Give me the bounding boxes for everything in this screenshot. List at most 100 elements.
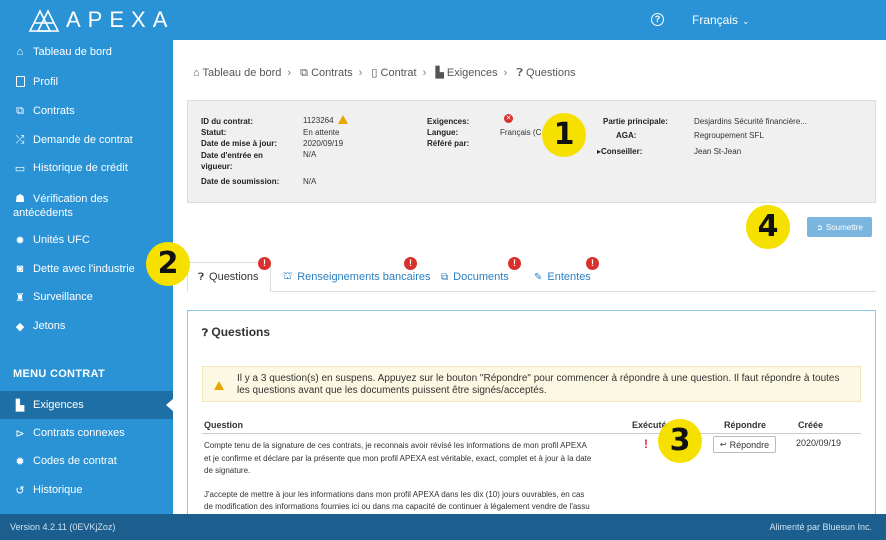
sidebar-item-history[interactable]: ↺ Historique bbox=[0, 484, 173, 497]
bank-icon: ⛫ bbox=[283, 270, 293, 282]
answer-button-label: Répondre bbox=[729, 439, 770, 450]
sidebar-item-dashboard[interactable]: ⌂ Tableau de bord bbox=[0, 46, 173, 58]
sidebar-item-credit-history[interactable]: ▭ Historique de crédit bbox=[0, 162, 173, 175]
alert-text: Il y a 3 question(s) en suspens. Appuyez… bbox=[237, 373, 840, 396]
sidebar-item-contracts[interactable]: ⧉ Contrats bbox=[0, 105, 173, 118]
table-header-divider bbox=[202, 433, 861, 434]
sidebar-item-label: Dette avec l'industrie bbox=[33, 263, 135, 275]
contract-id-label: ID du contrat: bbox=[201, 117, 253, 126]
tab-label: Questions bbox=[209, 271, 259, 283]
error-circle-icon: ✕ bbox=[504, 114, 513, 123]
documents-icon: ⧉ bbox=[441, 271, 449, 283]
contract-id-text: 1123264 bbox=[303, 116, 334, 125]
main-party-label: Partie principale: bbox=[603, 117, 668, 126]
status-label: Statut: bbox=[201, 128, 227, 137]
breadcrumb-separator: › bbox=[358, 67, 363, 79]
submission-date-value: N/A bbox=[303, 177, 317, 186]
sidebar-item-label: Surveillance bbox=[33, 291, 93, 303]
advisor-value: Jean St-Jean bbox=[694, 147, 742, 156]
breadcrumb-dashboard[interactable]: Tableau de bord bbox=[203, 67, 282, 79]
column-header-question: Question bbox=[204, 420, 244, 430]
advisor-label[interactable]: ▸Conseiller: bbox=[597, 147, 642, 156]
effective-date-label: Date d'entrée en vigueur: bbox=[201, 151, 263, 171]
callout-badge-4: 4 bbox=[746, 205, 790, 249]
main-party-value: Desjardins Sécurité financière... bbox=[694, 117, 807, 126]
user-secret-icon: ☗ bbox=[15, 193, 25, 205]
breadcrumb: ⌂ Tableau de bord › ⧉ Contrats › ▯ Contrat… bbox=[193, 66, 576, 80]
panel-title: ❓︎ Questions bbox=[202, 325, 270, 339]
sidebar-item-label: Demande de contrat bbox=[33, 134, 133, 146]
breadcrumb-questions: Questions bbox=[526, 67, 576, 79]
history-icon: ↺ bbox=[15, 485, 25, 497]
home-icon: ⌂ bbox=[193, 67, 200, 79]
credit-card-icon: ▭ bbox=[14, 163, 26, 175]
arrow-circle-icon: ➲ bbox=[816, 222, 823, 232]
sidebar-item-surveillance[interactable]: ♜ Surveillance bbox=[0, 291, 173, 304]
contract-id-value: 1123264 bbox=[303, 115, 348, 125]
not-executed-icon: ! bbox=[644, 437, 648, 451]
reply-icon: ↩ bbox=[719, 440, 727, 449]
callout-badge-2: 2 bbox=[146, 242, 190, 286]
sidebar-item-requirements[interactable]: ▙ Exigences bbox=[0, 391, 174, 419]
sidebar-item-label: Codes de contrat bbox=[33, 455, 117, 467]
tag-icon: ◆ bbox=[15, 321, 25, 333]
question-text: Compte tenu de la signature de ces contr… bbox=[204, 440, 594, 525]
breadcrumb-requirements[interactable]: Exigences bbox=[447, 67, 498, 79]
sidebar-item-label: Unités UFC bbox=[33, 234, 90, 246]
breadcrumb-contract[interactable]: Contrat bbox=[381, 67, 417, 79]
column-header-answer: Répondre bbox=[724, 420, 767, 430]
callout-badge-1: 1 bbox=[542, 113, 586, 157]
home-icon: ⌂ bbox=[16, 46, 24, 58]
help-icon[interactable]: ? bbox=[651, 13, 664, 26]
alert-icon: ! bbox=[508, 257, 521, 270]
sidebar-item-background-check[interactable]: ☗ Vérification des antécédents bbox=[0, 192, 160, 220]
version-text: Version 4.2.11 (0EVKjZoz) bbox=[10, 522, 116, 532]
chevron-down-icon: ⌄ bbox=[742, 16, 750, 26]
warning-icon bbox=[337, 115, 348, 124]
submit-button[interactable]: ➲ Soumettre bbox=[807, 217, 872, 237]
sidebar-item-contract-codes[interactable]: ✹ Codes de contrat bbox=[0, 455, 173, 468]
aga-label: AGA: bbox=[616, 131, 637, 140]
profile-icon bbox=[13, 76, 27, 90]
apexa-logo[interactable]: APEXA bbox=[28, 7, 174, 33]
questions-panel: ❓︎ Questions Il y a 3 question(s) en sus… bbox=[187, 310, 876, 514]
top-navbar: APEXA ? Français ⌄ bbox=[0, 0, 886, 40]
pending-questions-alert: Il y a 3 question(s) en suspens. Appuyez… bbox=[202, 366, 861, 402]
certificate-icon: ✹ bbox=[15, 456, 25, 468]
edit-icon: ✎ bbox=[534, 271, 543, 283]
warning-icon bbox=[214, 381, 224, 390]
contracts-icon: ⧉ bbox=[16, 105, 24, 117]
sidebar-item-profile[interactable]: Profil bbox=[0, 76, 173, 90]
footer: Version 4.2.11 (0EVKjZoz) Alimenté par B… bbox=[0, 514, 886, 540]
sidebar-item-label: Profil bbox=[33, 76, 59, 88]
breadcrumb-contracts[interactable]: Contrats bbox=[311, 67, 353, 79]
sidebar-item-label: Jetons bbox=[33, 320, 66, 332]
status-value: En attente bbox=[303, 128, 340, 137]
sidebar-item-related-contracts[interactable]: ⊳ Contrats connexes bbox=[0, 427, 173, 440]
breadcrumb-separator: › bbox=[287, 67, 292, 79]
tab-label: Documents bbox=[453, 271, 509, 283]
sidebar-item-label: Historique de crédit bbox=[33, 162, 128, 174]
sidebar-item-tokens[interactable]: ◆ Jetons bbox=[0, 320, 173, 333]
tab-documents[interactable]: ⧉ Documents bbox=[431, 262, 519, 292]
shuffle-icon: ⤮ bbox=[15, 134, 25, 146]
aga-value: Regroupement SFL bbox=[694, 131, 764, 140]
language-selector[interactable]: Français ⌄ bbox=[692, 13, 750, 27]
alert-icon: ! bbox=[586, 257, 599, 270]
tab-label: Ententes bbox=[547, 271, 591, 283]
panel-title-text: Questions bbox=[211, 325, 271, 339]
advisor-label-text: Conseiller: bbox=[601, 147, 643, 156]
sidebar-item-label: Vérification des antécédents bbox=[13, 193, 109, 219]
requirements-icon: ▙ bbox=[435, 67, 444, 79]
question-paragraph: Compte tenu de la signature de ces contr… bbox=[204, 441, 592, 475]
sidebar-item-ufc-units[interactable]: ✹ Unités UFC bbox=[0, 234, 173, 247]
sidebar-item-label: Contrats connexes bbox=[33, 427, 125, 439]
sidebar-item-contract-request[interactable]: ⤮ Demande de contrat bbox=[0, 134, 173, 147]
brand-name: APEXA bbox=[66, 7, 175, 32]
sidebar-item-label: Tableau de bord bbox=[33, 46, 112, 58]
sidebar-item-label: Historique bbox=[33, 484, 83, 496]
answer-button[interactable]: ↩ Répondre bbox=[713, 436, 776, 453]
updated-value: 2020/09/19 bbox=[303, 139, 344, 148]
alert-icon: ! bbox=[258, 257, 271, 270]
contracts-icon: ⧉ bbox=[300, 67, 309, 79]
